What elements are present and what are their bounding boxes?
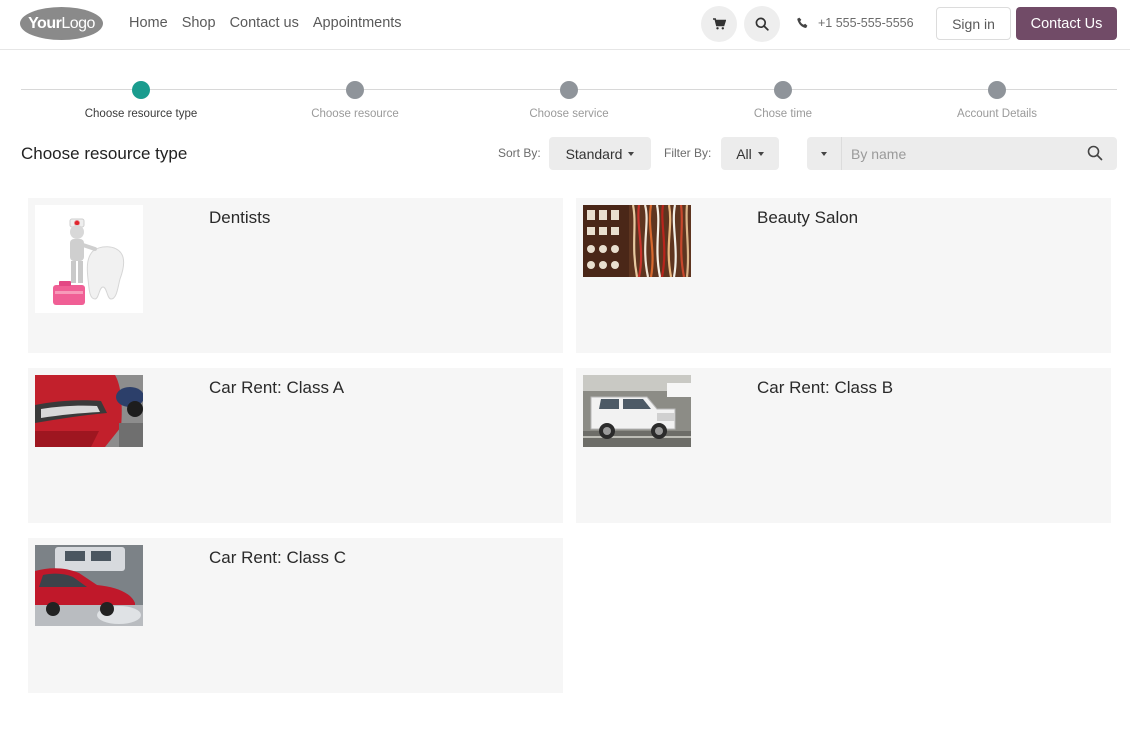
contact-us-button[interactable]: Contact Us xyxy=(1016,7,1117,40)
logo-light-text: Logo xyxy=(61,14,95,32)
filter-by-dropdown[interactable]: All xyxy=(721,137,779,170)
logo-bold-text: Your xyxy=(28,14,62,32)
step-label: Choose resource type xyxy=(84,108,198,120)
step-label: Choose service xyxy=(529,108,609,120)
cart-icon xyxy=(712,18,726,30)
site-logo[interactable]: Your Logo xyxy=(20,7,103,40)
step-label: Account Details xyxy=(957,108,1037,120)
card-title: Car Rent: Class C xyxy=(209,548,346,567)
step-choose-resource: Choose resource xyxy=(275,81,435,120)
step-dot xyxy=(560,81,578,99)
step-dot xyxy=(774,81,792,99)
resource-card-car-rent-class-b[interactable]: Car Rent: Class B xyxy=(576,368,1111,523)
step-choose-resource-type: Choose resource type xyxy=(61,81,221,120)
red-car-parking-image xyxy=(35,545,143,626)
card-title: Dentists xyxy=(209,208,271,227)
card-title: Car Rent: Class B xyxy=(757,378,894,397)
search-icon[interactable] xyxy=(1087,145,1103,161)
phone-contact[interactable]: +1 555-555-5556 xyxy=(797,16,914,30)
sort-by-value: Standard xyxy=(565,145,623,162)
step-chose-time: Chose time xyxy=(703,81,863,120)
red-car-headlight-image xyxy=(35,375,143,447)
search-options-toggle[interactable] xyxy=(807,137,842,170)
nav-shop[interactable]: Shop xyxy=(182,15,216,31)
resource-card-beauty-salon[interactable]: Beauty Salon xyxy=(576,198,1111,353)
filter-by-value: All xyxy=(736,145,752,162)
step-dot xyxy=(132,81,150,99)
white-suv-image xyxy=(583,375,691,447)
step-label: Chose time xyxy=(753,108,813,120)
resource-card-car-rent-class-a[interactable]: Car Rent: Class A xyxy=(28,368,563,523)
chevron-down-icon xyxy=(757,151,764,156)
card-title: Car Rent: Class A xyxy=(209,378,345,397)
nav-home[interactable]: Home xyxy=(129,15,168,31)
card-title: Beauty Salon xyxy=(757,208,859,227)
nav-appointments[interactable]: Appointments xyxy=(313,15,402,31)
phone-number: +1 555-555-5556 xyxy=(818,16,914,30)
search-icon xyxy=(755,17,769,31)
phone-icon xyxy=(797,17,808,28)
resource-card-dentists[interactable]: Dentists xyxy=(28,198,563,353)
sort-by-label: Sort By: xyxy=(498,146,541,160)
sort-by-dropdown[interactable]: Standard xyxy=(549,137,651,170)
header-search-button[interactable] xyxy=(744,6,780,42)
resource-card-car-rent-class-c[interactable]: Car Rent: Class C xyxy=(28,538,563,693)
step-account-details: Account Details xyxy=(917,81,1077,120)
step-dot xyxy=(346,81,364,99)
search-input[interactable] xyxy=(843,137,1073,170)
chevron-down-icon xyxy=(628,151,635,156)
site-header: Your Logo Home Shop Contact us Appointmen… xyxy=(0,0,1130,50)
step-choose-service: Choose service xyxy=(489,81,649,120)
dentist-figurine-image xyxy=(35,205,143,313)
chevron-down-icon xyxy=(821,151,827,156)
sign-in-button[interactable]: Sign in xyxy=(936,7,1011,40)
search-bar xyxy=(807,137,1117,170)
page-title: Choose resource type xyxy=(21,144,188,163)
nav-contact-us[interactable]: Contact us xyxy=(230,15,299,31)
main-nav: Home Shop Contact us Appointments xyxy=(129,15,402,31)
filter-by-label: Filter By: xyxy=(664,146,712,160)
beauty-salon-image xyxy=(583,205,691,277)
step-label: Choose resource xyxy=(311,108,399,120)
step-dot xyxy=(988,81,1006,99)
cart-button[interactable] xyxy=(701,6,737,42)
